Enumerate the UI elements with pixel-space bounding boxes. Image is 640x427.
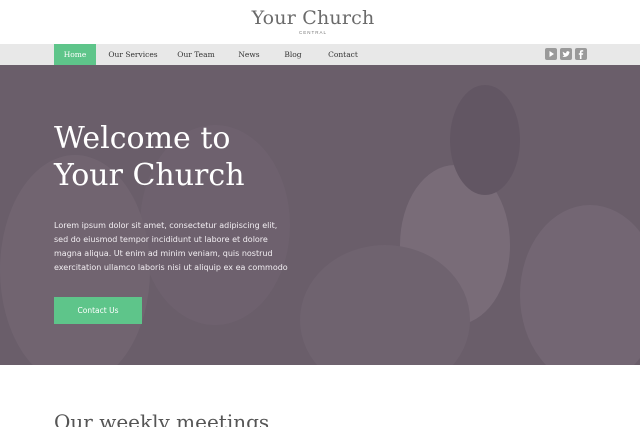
hero-description-line: sed do eiusmod tempor incididunt ut labo… <box>54 235 268 244</box>
twitter-icon[interactable] <box>560 48 572 60</box>
section-title: Our weekly meetings <box>54 410 270 427</box>
hero-title: Welcome to Your Church <box>54 120 374 194</box>
nav-item-our-team[interactable]: Our Team <box>172 44 220 65</box>
contact-us-button[interactable]: Contact Us <box>54 297 142 324</box>
hero-title-line: Welcome to <box>54 121 231 156</box>
youtube-icon[interactable] <box>545 48 557 60</box>
nav-item-blog[interactable]: Blog <box>278 44 308 65</box>
hero-description-line: Lorem ipsum dolor sit amet, consectetur … <box>54 221 278 230</box>
nav-item-our-services[interactable]: Our Services <box>104 44 162 65</box>
main-navigation: Home Our Services Our Team News Blog Con… <box>0 44 640 65</box>
nav-item-contact[interactable]: Contact <box>322 44 364 65</box>
hero-description-line: exercitation ullamco laboris nisi ut ali… <box>54 263 288 272</box>
site-logo-subtitle: CENTRAL <box>298 30 327 35</box>
hero-description-line: magna aliqua. Ut enim ad minim veniam, q… <box>54 249 273 258</box>
nav-item-home[interactable]: Home <box>54 44 96 65</box>
hero-description: Lorem ipsum dolor sit amet, consectetur … <box>54 219 314 275</box>
site-header: Your Church CENTRAL <box>0 0 640 44</box>
facebook-icon[interactable] <box>575 48 587 60</box>
site-logo-title[interactable]: Your Church <box>0 7 626 29</box>
hero-title-line: Your Church <box>54 158 245 193</box>
nav-item-news[interactable]: News <box>232 44 266 65</box>
